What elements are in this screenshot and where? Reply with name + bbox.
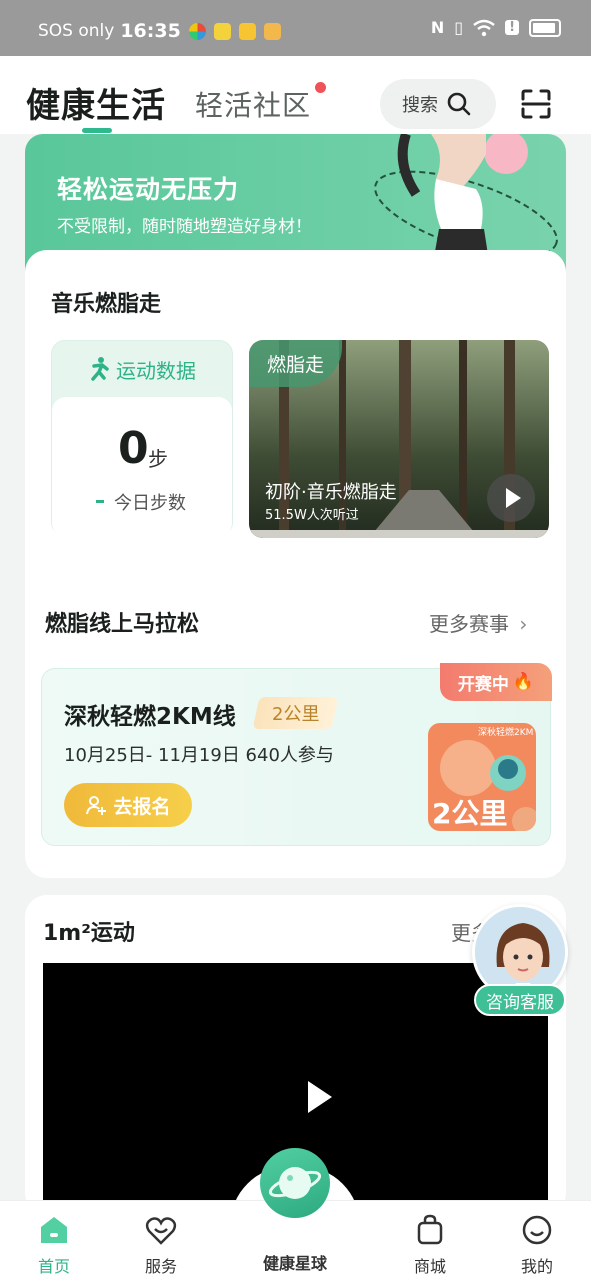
race-info: 10月25日- 11月19日 640人参与	[64, 745, 334, 766]
nav-mall-label: 商城	[413, 1257, 446, 1276]
nav-mall[interactable]: 商城	[390, 1213, 470, 1277]
smile-icon	[522, 1215, 552, 1245]
sport-section-title: 1m²运动	[43, 921, 135, 946]
tab-health-life[interactable]: 健康生活	[26, 78, 166, 127]
nav-planet-label: 健康星球	[262, 1254, 327, 1273]
planet-icon	[268, 1167, 322, 1199]
status-bar: SOS only 16:35 N ▯ !	[0, 0, 591, 56]
app-notification-icon	[263, 22, 281, 40]
steps-count: 0	[118, 423, 149, 474]
scan-icon[interactable]	[520, 88, 552, 120]
play-icon	[506, 488, 521, 508]
vibrate-icon: ▯	[454, 18, 464, 37]
bag-icon	[417, 1214, 443, 1245]
more-races-link[interactable]: 更多赛事 ›	[429, 608, 527, 637]
search-label: 搜索	[402, 95, 438, 116]
music-section-title: 音乐燃脂走	[51, 292, 162, 317]
play-button[interactable]	[487, 474, 535, 522]
nav-service-label: 服务	[144, 1257, 177, 1276]
nav-mine-label: 我的	[520, 1257, 553, 1276]
person-add-icon	[86, 796, 107, 815]
home-icon	[41, 1217, 67, 1243]
nfc-icon: N	[430, 18, 445, 37]
race-card[interactable]: 深秋轻燃2KM线 2公里 10月25日- 11月19日 640人参与 去报名 开…	[41, 663, 552, 846]
race-thumbnail: 2公里 深秋轻燃2KM	[428, 723, 536, 831]
run-icon	[91, 357, 109, 381]
nav-mine[interactable]: 我的	[497, 1213, 577, 1277]
race-status-tag: 开赛中 🔥	[440, 663, 552, 701]
chevron-right-icon: ›	[519, 612, 528, 636]
race-art-caption: 深秋轻燃2KM	[478, 726, 533, 738]
signup-label: 去报名	[113, 795, 171, 818]
music-walk-video[interactable]: 燃脂走 初阶·音乐燃脂走 51.5W人次听过	[249, 340, 549, 538]
tab-community[interactable]: 轻活社区	[195, 84, 311, 124]
banner-title: 轻松运动无压力	[57, 175, 240, 204]
nav-planet-button[interactable]	[260, 1148, 330, 1218]
nav-home[interactable]: 首页	[14, 1213, 94, 1277]
heart-icon	[145, 1217, 177, 1245]
video-title: 初阶·音乐燃脂走	[265, 482, 397, 503]
app-notification-icon	[188, 22, 206, 40]
play-icon[interactable]	[305, 1079, 335, 1115]
notification-dot	[315, 82, 326, 93]
nav-service[interactable]: 服务	[121, 1213, 201, 1277]
race-art-big-text: 2公里	[432, 797, 507, 830]
active-tab-indicator	[82, 128, 112, 133]
steps-card[interactable]: 运动数据 0 步 今日步数	[51, 340, 233, 537]
steps-dash	[96, 500, 104, 503]
top-header: 健康生活 轻活社区 搜索	[0, 56, 591, 134]
wifi-icon	[473, 19, 495, 36]
steps-unit: 步	[148, 447, 168, 471]
banner-subtitle: 不受限制，随时随地塑造好身材！	[57, 217, 312, 237]
app-notification-icon	[238, 22, 256, 40]
customer-service-button[interactable]: 咨询客服	[474, 984, 566, 1016]
search-icon	[447, 92, 471, 116]
steps-label: 今日步数	[114, 493, 186, 514]
video-view-count: 51.5W人次听过	[265, 508, 359, 523]
more-races-label: 更多赛事	[429, 612, 509, 636]
distance-badge-text: 2公里	[272, 704, 320, 725]
main-card: 音乐燃脂走 运动数据 0 步 今日步数 燃脂走 初阶·音乐燃脂走 51.5W人次…	[25, 250, 566, 878]
race-status-text: 开赛中	[457, 674, 509, 695]
battery-icon	[529, 18, 561, 37]
alert-icon: !	[505, 20, 519, 35]
signup-button[interactable]: 去报名	[64, 783, 192, 827]
race-title: 深秋轻燃2KM线	[64, 704, 236, 730]
marathon-section-title: 燃脂线上马拉松	[45, 612, 200, 637]
nav-home-label: 首页	[37, 1257, 70, 1276]
fire-icon: 🔥	[512, 672, 535, 692]
carrier-text: SOS only	[38, 21, 115, 41]
search-button[interactable]: 搜索	[380, 79, 496, 129]
steps-card-header: 运动数据	[116, 358, 196, 383]
distance-badge: 2公里	[252, 697, 339, 729]
clock: 16:35	[120, 20, 181, 42]
app-notification-icon	[213, 22, 231, 40]
